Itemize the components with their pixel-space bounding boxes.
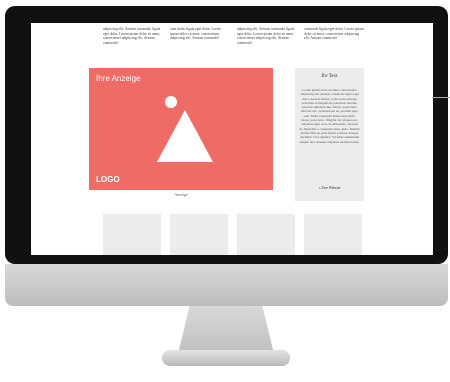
ad-caption: Anzeige [174, 192, 188, 197]
ad-logo: LOGO [96, 175, 120, 184]
ad-banner[interactable]: Ihre Anzeige LOGO [89, 68, 273, 190]
mountain-image-icon [157, 96, 213, 162]
text-sidebar: Ihr Text Lorem ipsum dolor sit amet, con… [295, 68, 364, 201]
text-column-3: adipiscing elit. Aenean commodo ligula e… [237, 27, 295, 45]
text-column-2: cum modo ligula eget dolor. Lorem ipsum … [170, 27, 221, 41]
text-column-4: commodo ligula eget dolor. Lorem ipsum d… [304, 27, 364, 41]
placeholder-tile-3 [237, 214, 295, 255]
text-columns-row: adipiscing elit. Aenean commodo ligula e… [31, 23, 433, 63]
imac-stand-base [162, 350, 290, 366]
screen: adipiscing elit. Aenean commodo ligula e… [31, 23, 433, 255]
text-column-1: adipiscing elit. Aenean commodo ligula e… [103, 27, 161, 45]
sidebar-body: Lorem ipsum dolor sit amet, consectetuer… [299, 88, 360, 144]
pointer-line [432, 97, 450, 98]
placeholder-tile-4 [304, 214, 362, 255]
sidebar-website-link[interactable]: » Zere Website [295, 186, 364, 190]
imac-stand [178, 306, 274, 354]
imac-chin [5, 264, 448, 306]
ad-label: Ihre Anzeige [96, 74, 141, 83]
sidebar-title: Ihr Text [321, 74, 338, 79]
sun-icon [165, 96, 177, 108]
placeholder-tile-1 [103, 214, 161, 255]
placeholder-tile-2 [170, 214, 228, 255]
imac-display-bezel: adipiscing elit. Aenean commodo ligula e… [5, 6, 448, 264]
